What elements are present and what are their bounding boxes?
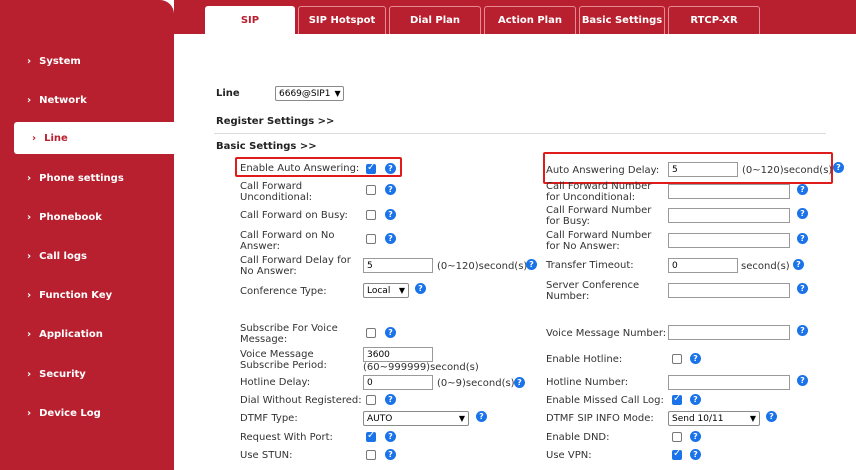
chevron-right-icon: ›: [27, 407, 32, 419]
chevron-right-icon: ›: [27, 328, 32, 340]
help-icon[interactable]: ?: [690, 449, 701, 460]
help-icon[interactable]: ?: [797, 283, 808, 294]
cf-number-no-answer-input[interactable]: [668, 233, 790, 248]
chevron-right-icon: ›: [32, 132, 37, 144]
help-icon[interactable]: ?: [797, 325, 808, 336]
help-icon[interactable]: ?: [514, 377, 525, 388]
basic-settings-header[interactable]: Basic Settings >>: [216, 141, 317, 152]
cf-busy-checkbox[interactable]: [366, 210, 376, 220]
chevron-right-icon: ›: [27, 94, 32, 106]
help-icon[interactable]: ?: [766, 411, 777, 422]
help-icon[interactable]: ?: [526, 259, 537, 270]
cf-unconditional-checkbox[interactable]: [366, 185, 376, 195]
chevron-down-icon: ▼: [749, 414, 756, 423]
help-icon[interactable]: ?: [797, 375, 808, 386]
line-select[interactable]: 6669@SIP1 ▼: [275, 86, 344, 101]
voice-message-number-input[interactable]: [668, 325, 790, 340]
auto-answering-delay-input[interactable]: [668, 162, 738, 177]
help-icon[interactable]: ?: [385, 233, 396, 244]
dtmf-type-select[interactable]: AUTO ▼: [363, 411, 469, 426]
sidebar-item-network[interactable]: › Network: [0, 84, 174, 116]
hotline-number-input[interactable]: [668, 375, 790, 390]
chevron-down-icon: ▼: [458, 414, 465, 423]
enable-auto-answering-checkbox[interactable]: [366, 162, 376, 174]
register-settings-link[interactable]: Register Settings >>: [216, 116, 334, 127]
help-icon[interactable]: ?: [476, 411, 487, 422]
help-icon[interactable]: ?: [385, 327, 396, 338]
enable-hotline-checkbox[interactable]: [672, 354, 682, 364]
tab-sip[interactable]: SIP: [205, 6, 295, 34]
help-icon[interactable]: ?: [797, 184, 808, 195]
help-icon[interactable]: ?: [690, 353, 701, 364]
help-icon[interactable]: ?: [797, 208, 808, 219]
tab-basic-settings[interactable]: Basic Settings: [579, 6, 665, 34]
chevron-right-icon: ›: [27, 55, 32, 67]
help-icon[interactable]: ?: [385, 184, 396, 195]
chevron-right-icon: ›: [27, 368, 32, 380]
chevron-right-icon: ›: [27, 289, 32, 301]
line-label: Line: [216, 88, 240, 99]
conference-type-select[interactable]: Local ▼: [363, 283, 409, 298]
chevron-right-icon: ›: [27, 250, 32, 262]
sidebar-item-function-key[interactable]: › Function Key: [0, 279, 174, 311]
use-vpn-checkbox[interactable]: [672, 448, 682, 460]
vm-subscribe-period-input[interactable]: [363, 347, 433, 362]
sidebar-item-system[interactable]: › System: [0, 45, 174, 77]
use-stun-checkbox[interactable]: [366, 450, 376, 460]
enable-dnd-checkbox[interactable]: [672, 432, 682, 442]
chevron-down-icon: ▼: [398, 286, 405, 295]
cf-delay-input[interactable]: [363, 258, 433, 273]
help-icon[interactable]: ?: [415, 283, 426, 294]
help-icon[interactable]: ?: [690, 394, 701, 405]
enable-missed-call-log-checkbox[interactable]: [672, 393, 682, 405]
sidebar-item-phonebook[interactable]: › Phonebook: [0, 201, 174, 233]
tab-rtcp-xr[interactable]: RTCP-XR: [668, 6, 760, 34]
transfer-timeout-input[interactable]: [668, 258, 738, 273]
chevron-right-icon: ›: [27, 211, 32, 223]
chevron-down-icon: ▼: [334, 89, 341, 98]
cf-number-busy-input[interactable]: [668, 208, 790, 223]
server-conference-number-input[interactable]: [668, 283, 790, 298]
help-icon[interactable]: ?: [793, 259, 804, 270]
cf-no-answer-checkbox[interactable]: [366, 234, 376, 244]
sidebar-item-application[interactable]: › Application: [0, 318, 174, 350]
sidebar-item-call-logs[interactable]: › Call logs: [0, 240, 174, 272]
dial-without-registered-checkbox[interactable]: [366, 395, 376, 405]
hotline-delay-input[interactable]: [363, 375, 433, 390]
subscribe-voice-message-checkbox[interactable]: [366, 328, 376, 338]
sidebar-item-security[interactable]: › Security: [0, 358, 174, 390]
sidebar-item-line[interactable]: › Line: [14, 122, 174, 154]
help-icon[interactable]: ?: [833, 162, 844, 173]
help-icon[interactable]: ?: [385, 431, 396, 442]
help-icon[interactable]: ?: [385, 449, 396, 460]
dtmf-sip-info-mode-select[interactable]: Send 10/11 ▼: [668, 411, 760, 426]
chevron-right-icon: ›: [27, 172, 32, 184]
tab-action-plan[interactable]: Action Plan: [484, 6, 576, 34]
help-icon[interactable]: ?: [690, 431, 701, 442]
help-icon[interactable]: ?: [385, 209, 396, 220]
sidebar-item-device-log[interactable]: › Device Log: [0, 397, 174, 429]
tab-sip-hotspot[interactable]: SIP Hotspot: [298, 6, 386, 34]
tab-dial-plan[interactable]: Dial Plan: [389, 6, 481, 34]
help-icon[interactable]: ?: [797, 233, 808, 244]
help-icon[interactable]: ?: [385, 394, 396, 405]
sidebar-item-phone-settings[interactable]: › Phone settings: [0, 162, 174, 194]
request-with-port-checkbox[interactable]: [366, 430, 376, 442]
cf-number-unconditional-input[interactable]: [668, 184, 790, 199]
help-icon[interactable]: ?: [385, 163, 396, 174]
